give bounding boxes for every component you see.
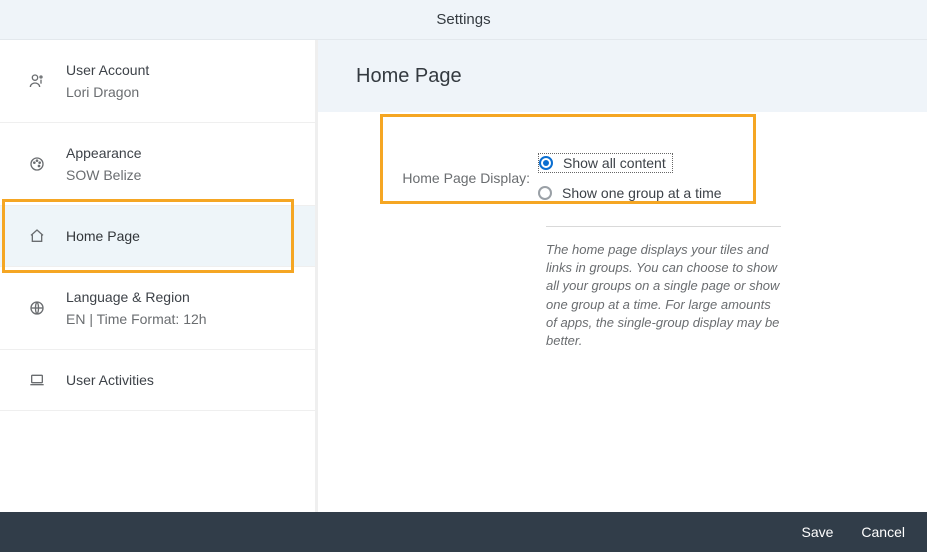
footer-bar: Save Cancel [0,512,927,552]
main-title: Home Page [356,65,462,88]
form-label: Home Page Display: [388,170,538,186]
cancel-button[interactable]: Cancel [861,524,905,540]
palette-icon [26,156,48,172]
radio-label: Show all content [563,155,666,171]
sidebar-item-appearance[interactable]: Appearance SOW Belize [0,123,315,206]
home-icon [26,228,48,244]
sidebar-item-sub: Lori Dragon [66,84,149,100]
main-header: Home Page [318,40,927,112]
radio-dot-icon [538,186,552,200]
sidebar-item-label: User Activities [66,372,154,388]
sidebar-item-language-region[interactable]: Language & Region EN | Time Format: 12h [0,267,315,350]
sidebar-item-user-account[interactable]: User Account Lori Dragon [0,40,315,123]
form-zone: Home Page Display: Show all content Show… [318,112,927,350]
header-bar: Settings [0,0,927,40]
content-area: User Account Lori Dragon Appearance SOW … [0,40,927,512]
sidebar-item-label: Language & Region [66,289,207,305]
radio-dot-icon [539,156,553,170]
radio-show-all[interactable]: Show all content [538,148,722,178]
sidebar-item-sub: SOW Belize [66,167,142,183]
divider [546,226,781,227]
radio-group: Show all content Show one group at a tim… [538,148,722,208]
sidebar-item-home-page[interactable]: Home Page [0,206,315,267]
radio-label: Show one group at a time [562,185,722,201]
globe-icon [26,300,48,316]
main-panel: Home Page Home Page Display: Show all co… [318,40,927,512]
sidebar-item-label: User Account [66,62,149,78]
sidebar-item-sub: EN | Time Format: 12h [66,311,207,327]
sidebar-item-label: Home Page [66,228,140,244]
sidebar-item-user-activities[interactable]: User Activities [0,350,315,411]
user-icon [26,73,48,89]
sidebar: User Account Lori Dragon Appearance SOW … [0,40,318,512]
sidebar-item-label: Appearance [66,145,142,161]
save-button[interactable]: Save [801,524,833,540]
radio-show-one-group[interactable]: Show one group at a time [538,178,722,208]
laptop-icon [26,372,48,388]
header-title: Settings [436,11,490,28]
help-text: The home page displays your tiles and li… [546,241,781,350]
